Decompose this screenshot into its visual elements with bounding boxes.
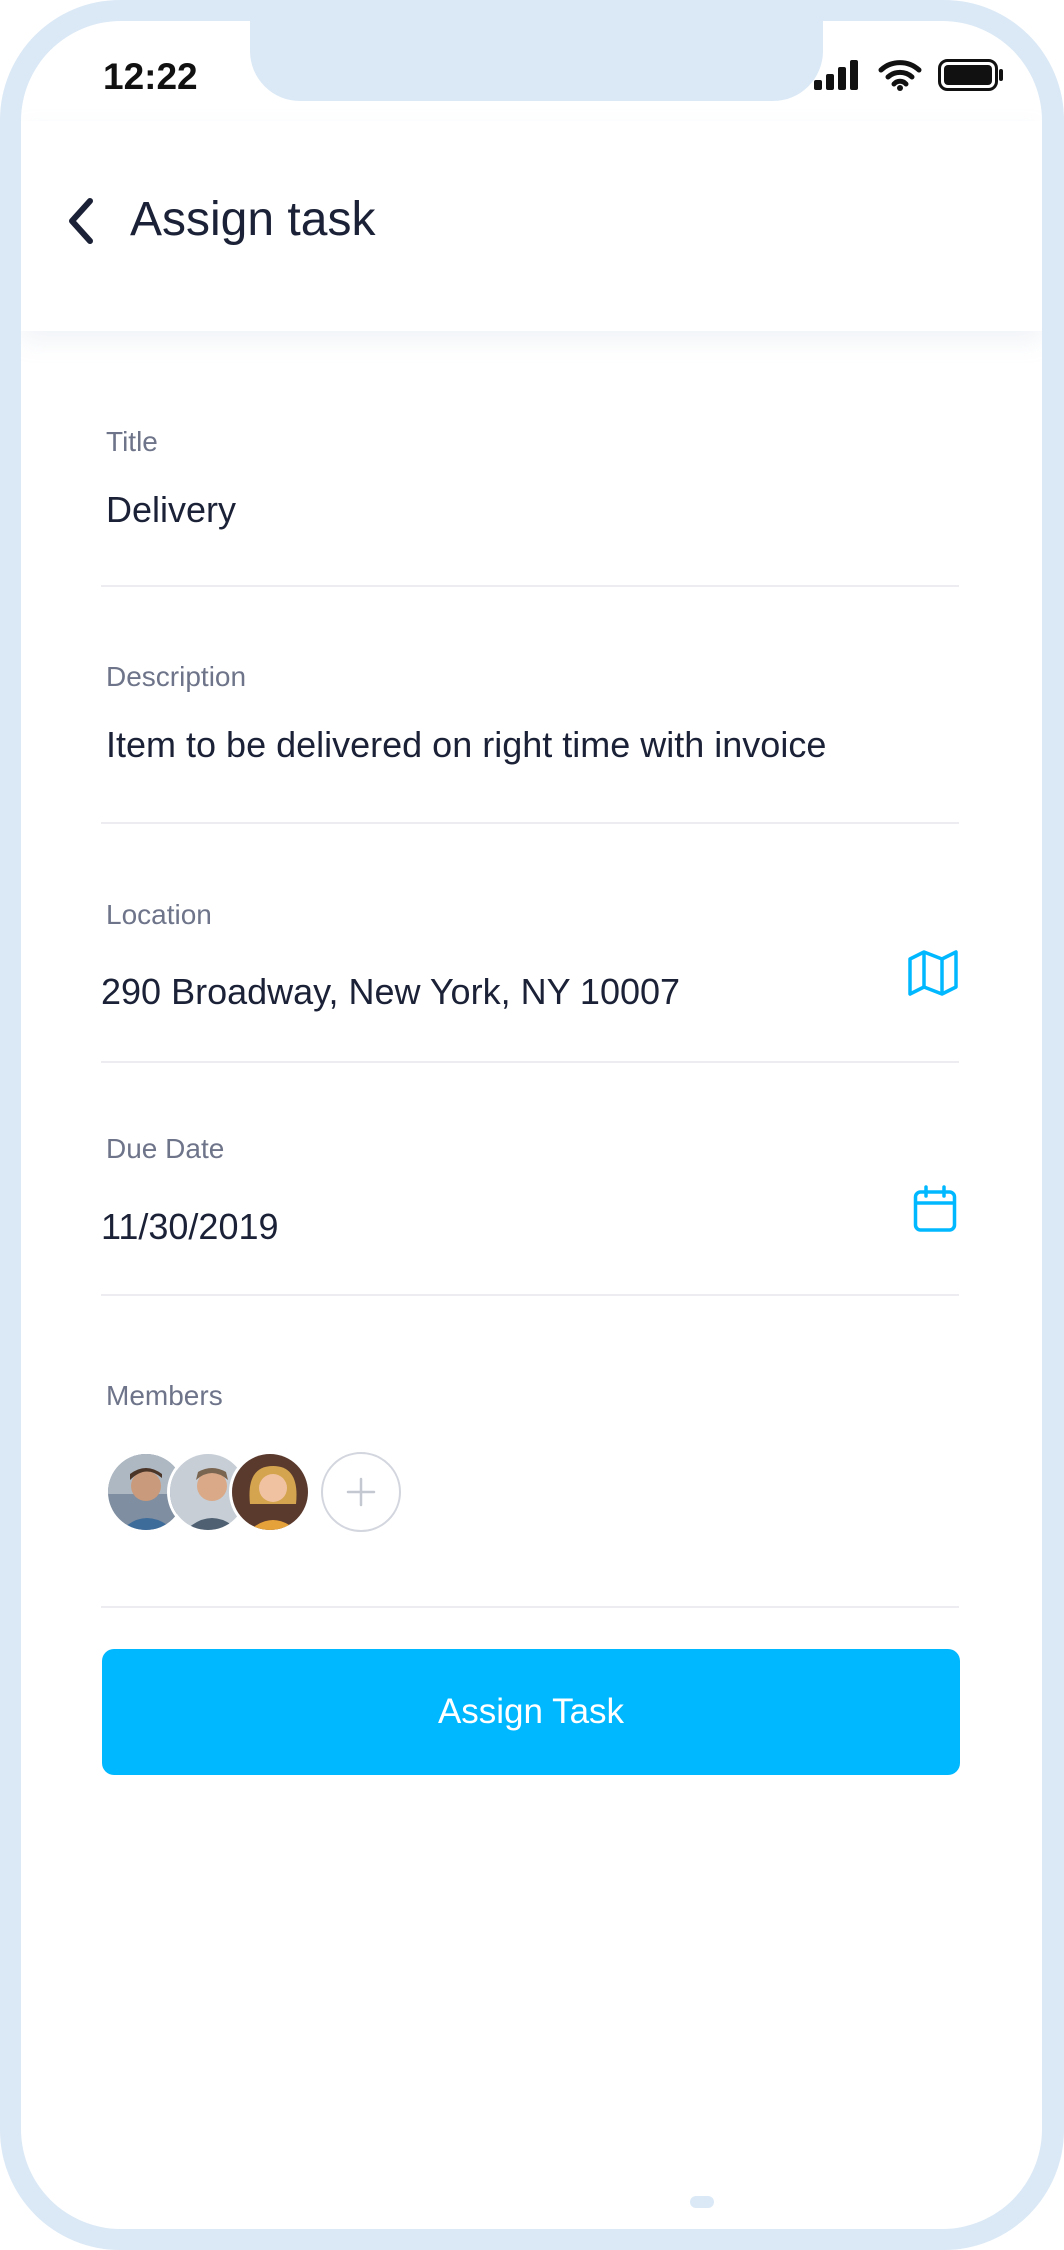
page-title: Assign task — [130, 193, 376, 246]
title-label: Title — [106, 426, 158, 457]
battery-icon — [938, 59, 1003, 91]
map-icon[interactable] — [907, 949, 959, 997]
location-input[interactable]: 290 Broadway, New York, NY 10007 — [101, 971, 680, 1013]
app-header: Assign task — [21, 121, 1042, 331]
wifi-icon — [878, 60, 922, 91]
home-indicator — [690, 2196, 714, 2208]
app-screen: 12:22 Assign task Title Delivery Descrip… — [21, 21, 1042, 2229]
due-date-field[interactable]: Due Date 11/30/2019 — [101, 1063, 959, 1296]
calendar-icon[interactable] — [913, 1185, 957, 1233]
assign-task-button[interactable]: Assign Task — [102, 1649, 960, 1775]
signal-icon — [814, 60, 858, 90]
avatar[interactable] — [229, 1451, 311, 1533]
add-member-button[interactable] — [321, 1452, 401, 1532]
members-label: Members — [106, 1380, 223, 1411]
description-input[interactable]: Item to be delivered on right time with … — [106, 724, 826, 766]
due-date-label: Due Date — [106, 1133, 225, 1164]
description-label: Description — [106, 661, 247, 692]
title-input[interactable]: Delivery — [106, 489, 236, 531]
back-button[interactable] — [51, 191, 111, 251]
description-field[interactable]: Description Item to be delivered on righ… — [101, 587, 959, 824]
due-date-input[interactable]: 11/30/2019 — [101, 1206, 279, 1248]
status-icons — [812, 59, 1004, 91]
location-label: Location — [106, 899, 212, 930]
status-time: 12:22 — [103, 56, 198, 97]
members-list — [105, 1451, 401, 1533]
device-notch — [250, 21, 823, 101]
title-field[interactable]: Title Delivery — [101, 401, 959, 587]
chevron-left-icon — [69, 198, 93, 244]
plus-icon — [346, 1477, 376, 1507]
location-field[interactable]: Location 290 Broadway, New York, NY 1000… — [101, 824, 959, 1063]
